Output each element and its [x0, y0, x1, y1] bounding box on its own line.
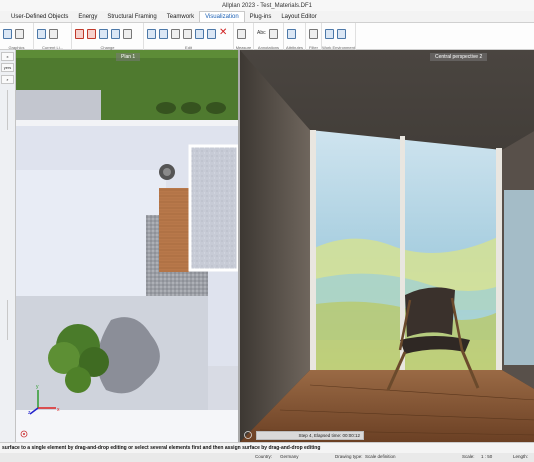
- tab-visualization[interactable]: Visualization: [199, 11, 245, 22]
- wood-deck: [159, 188, 189, 272]
- hint-line: surface to a single element by drag-and-…: [0, 442, 534, 453]
- country-value[interactable]: Germany: [280, 454, 299, 459]
- stretch-icon[interactable]: [194, 28, 204, 39]
- drawing-type-label: Drawing type:: [335, 454, 363, 459]
- tab-plug-ins[interactable]: Plug-ins: [245, 11, 277, 22]
- group-change: Change: [72, 23, 144, 51]
- render-progress: Step 4, Elapsed time: 00:00:12: [256, 431, 364, 440]
- tab-layout-editor[interactable]: Layout Editor: [276, 11, 321, 22]
- attributes-icon[interactable]: [286, 28, 296, 39]
- tab-teamwork[interactable]: Teamwork: [162, 11, 199, 22]
- wall-line: [16, 120, 238, 126]
- stone-panel: [188, 144, 238, 272]
- country-label: Country:: [255, 454, 273, 459]
- settings-icon[interactable]: [14, 28, 24, 39]
- layer-icon[interactable]: [98, 28, 108, 39]
- crosshair-icon[interactable]: [336, 28, 346, 39]
- perspective-viewport[interactable]: Central perspective 2 Step 4, Elapsed ti…: [238, 50, 534, 442]
- dimension-icon[interactable]: [268, 28, 278, 39]
- text-icon[interactable]: [256, 28, 269, 39]
- status-bar: Country: Germany Drawing type: Scale def…: [0, 453, 534, 462]
- scale-label: Scale:: [462, 454, 475, 459]
- measure-icon[interactable]: [236, 28, 246, 39]
- delete-icon[interactable]: [218, 27, 227, 39]
- mirror-icon[interactable]: [182, 28, 192, 39]
- ribbon: Graphics Current Li... Change ✕ Edit Mea…: [0, 22, 534, 51]
- group-current-line: Current Li...: [34, 23, 72, 51]
- perspective-render: [240, 50, 534, 442]
- left-side-panel: x yers ⌕: [0, 50, 16, 442]
- group-filter: Filter: [306, 23, 322, 51]
- title-bar: Allplan 2023 - Test_Materials.DF1: [0, 0, 534, 11]
- panel-close-button[interactable]: x: [1, 52, 14, 61]
- panel-divider: [7, 90, 8, 130]
- group-measure: Measure: [234, 23, 254, 51]
- copy-icon[interactable]: [146, 28, 156, 39]
- line-style-icon[interactable]: [48, 28, 58, 39]
- offset-icon[interactable]: [206, 28, 216, 39]
- modify-icon[interactable]: [110, 28, 120, 39]
- group-annotations: Annotations: [254, 23, 284, 51]
- scale-value[interactable]: 1 : 50: [481, 454, 492, 459]
- group-graphics: Graphics: [0, 23, 34, 51]
- drawing-type-value[interactable]: Scale definition: [365, 454, 396, 459]
- group-work-environment: Work Environment: [322, 23, 356, 51]
- chair-back: [405, 287, 455, 337]
- tab-energy[interactable]: Energy: [73, 11, 102, 22]
- filter-icon[interactable]: [308, 28, 318, 39]
- properties-icon[interactable]: [122, 28, 132, 39]
- window-frame-right: [496, 148, 502, 370]
- length-label: Length:: [513, 454, 529, 459]
- brush-icon[interactable]: [86, 28, 96, 39]
- panel-scrollbar[interactable]: [7, 300, 8, 340]
- window-frame-left: [310, 130, 316, 370]
- window-title: Allplan 2023 - Test_Materials.DF1: [222, 2, 312, 9]
- render-status-text: Step 4, Elapsed time: 00:00:12: [298, 433, 360, 438]
- group-edit: Edit: [144, 23, 234, 51]
- move-icon[interactable]: [158, 28, 168, 39]
- panel-layers-tab[interactable]: yers: [1, 63, 14, 72]
- materials-icon[interactable]: [36, 28, 46, 39]
- tab-user-defined-objects[interactable]: User-Defined Objects: [6, 11, 73, 22]
- sun-icon[interactable]: [2, 28, 12, 39]
- perspective-viewport-label[interactable]: Central perspective 2: [430, 53, 488, 61]
- group-attributes: Attributes: [284, 23, 306, 51]
- plan-viewport-label[interactable]: Plan 1: [116, 53, 141, 61]
- pen-icon[interactable]: [74, 28, 84, 39]
- ribbon-tabs: User-Defined Objects Energy Structural F…: [0, 11, 534, 22]
- search-icon[interactable]: ⌕: [1, 75, 14, 84]
- plan-viewport[interactable]: z x y Plan 1: [16, 50, 238, 442]
- tab-structural-framing[interactable]: Structural Framing: [102, 11, 161, 22]
- rotate-icon[interactable]: [170, 28, 180, 39]
- work-environment-icon[interactable]: [324, 28, 334, 39]
- plan-drawing: z x y: [16, 50, 238, 442]
- allplan-window: Allplan 2023 - Test_Materials.DF1 User-D…: [0, 0, 534, 462]
- hint-text: surface to a single element by drag-and-…: [2, 445, 321, 451]
